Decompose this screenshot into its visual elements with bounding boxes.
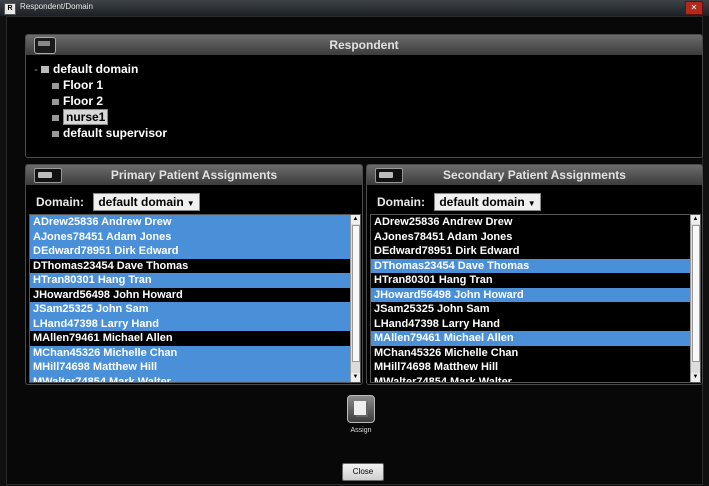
folder-icon bbox=[52, 130, 59, 137]
secondary-domain-row: Domain: default domain ▼ bbox=[377, 193, 541, 211]
tree-node-label: default domain bbox=[53, 62, 139, 76]
list-item[interactable]: ADrew25836 Andrew Drew bbox=[371, 215, 700, 230]
primary-scrollbar[interactable]: ▲ ▼ bbox=[350, 215, 360, 382]
primary-scroll-thumb[interactable] bbox=[352, 225, 360, 362]
primary-panel: Primary Patient Assignments Domain: defa… bbox=[25, 164, 363, 385]
scroll-down-icon[interactable]: ▼ bbox=[351, 373, 360, 382]
tree-node[interactable]: Floor 2 bbox=[34, 93, 167, 109]
secondary-scroll-thumb[interactable] bbox=[692, 225, 700, 362]
assign-label: Assign bbox=[350, 427, 372, 434]
primary-domain-row: Domain: default domain ▼ bbox=[36, 193, 200, 211]
secondary-domain-label: Domain: bbox=[377, 195, 425, 209]
folder-icon bbox=[52, 82, 59, 89]
list-item[interactable]: JHoward56498 John Howard bbox=[30, 288, 360, 303]
scroll-up-icon[interactable]: ▲ bbox=[691, 215, 700, 224]
assign-icon[interactable] bbox=[347, 395, 375, 423]
list-item[interactable]: MHill74698 Matthew Hill bbox=[30, 360, 360, 375]
scroll-down-icon[interactable]: ▼ bbox=[691, 373, 700, 382]
secondary-patient-list[interactable]: ADrew25836 Andrew Drew AJones78451 Adam J… bbox=[370, 214, 701, 383]
list-item[interactable]: JSam25325 John Sam bbox=[371, 302, 700, 317]
secondary-header-label: Secondary Patient Assignments bbox=[443, 168, 626, 182]
phone-icon bbox=[34, 37, 56, 54]
tree-node-label: Floor 2 bbox=[63, 94, 104, 108]
dialog-frame: Respondent - default domain Floor 1 Floor 2… bbox=[6, 16, 703, 485]
list-item[interactable]: DEdward78951 Dirk Edward bbox=[30, 244, 360, 259]
primary-patient-list[interactable]: ADrew25836 Andrew Drew AJones78451 Adam J… bbox=[29, 214, 361, 383]
close-button[interactable]: Close bbox=[342, 463, 384, 481]
list-item[interactable]: MHill74698 Matthew Hill bbox=[371, 360, 700, 375]
secondary-domain-value: default domain bbox=[439, 195, 525, 209]
secondary-panel: Secondary Patient Assignments Domain: de… bbox=[366, 164, 703, 385]
secondary-header: Secondary Patient Assignments bbox=[367, 165, 702, 185]
list-item[interactable]: DThomas23454 Dave Thomas bbox=[30, 259, 360, 274]
chevron-down-icon: ▼ bbox=[186, 199, 195, 208]
tree-node[interactable]: nurse1 bbox=[34, 109, 167, 125]
assign-button[interactable]: Assign bbox=[339, 395, 383, 434]
tree-node[interactable]: default supervisor bbox=[34, 125, 167, 141]
primary-domain-label: Domain: bbox=[36, 195, 84, 209]
respondent-header: Respondent bbox=[26, 35, 702, 55]
list-item[interactable]: MWalter74854 Mark Walter bbox=[30, 374, 360, 382]
list-item[interactable]: MAllen79461 Michael Allen bbox=[371, 331, 700, 346]
secondary-scrollbar[interactable]: ▲ ▼ bbox=[690, 215, 700, 382]
scroll-up-icon[interactable]: ▲ bbox=[351, 215, 360, 224]
tree-node[interactable]: - default domain bbox=[34, 61, 167, 77]
list-item[interactable]: MChan45326 Michelle Chan bbox=[30, 345, 360, 360]
tree-node[interactable]: Floor 1 bbox=[34, 77, 167, 93]
tree-node-label: nurse1 bbox=[63, 109, 109, 125]
primary-header-label: Primary Patient Assignments bbox=[110, 168, 278, 182]
respondent-icon bbox=[52, 114, 59, 121]
list-item[interactable]: LHand47398 Larry Hand bbox=[371, 317, 700, 332]
list-item[interactable]: AJones78451 Adam Jones bbox=[371, 230, 700, 245]
respondent-panel: Respondent - default domain Floor 1 Floor 2… bbox=[25, 34, 703, 158]
folder-icon bbox=[52, 98, 59, 105]
list-item[interactable]: MWalter74854 Mark Walter bbox=[371, 375, 700, 383]
list-item[interactable]: JSam25325 John Sam bbox=[30, 302, 360, 317]
app-icon: R bbox=[4, 3, 16, 15]
toggle-icon[interactable] bbox=[375, 168, 403, 183]
list-item[interactable]: JHoward56498 John Howard bbox=[371, 287, 700, 302]
chevron-down-icon: ▼ bbox=[527, 199, 536, 208]
window-close-button[interactable]: ✕ bbox=[685, 1, 703, 15]
tree-node-label: Floor 1 bbox=[63, 78, 104, 92]
secondary-domain-select[interactable]: default domain ▼ bbox=[434, 193, 541, 211]
list-item[interactable]: MChan45326 Michelle Chan bbox=[371, 346, 700, 361]
primary-domain-value: default domain bbox=[98, 195, 184, 209]
toggle-icon[interactable] bbox=[34, 168, 62, 183]
list-item[interactable]: LHand47398 Larry Hand bbox=[30, 316, 360, 331]
list-item[interactable]: MAllen79461 Michael Allen bbox=[30, 331, 360, 346]
respondent-tree: - default domain Floor 1 Floor 2 nurse1 defau… bbox=[34, 61, 167, 141]
list-item[interactable]: ADrew25836 Andrew Drew bbox=[30, 215, 360, 230]
list-item[interactable]: HTran80301 Hang Tran bbox=[371, 273, 700, 288]
list-item[interactable]: DThomas23454 Dave Thomas bbox=[371, 258, 700, 273]
tree-expander-icon[interactable]: - bbox=[34, 62, 38, 76]
primary-header: Primary Patient Assignments bbox=[26, 165, 362, 185]
primary-domain-select[interactable]: default domain ▼ bbox=[93, 193, 200, 211]
tree-node-label: default supervisor bbox=[63, 126, 168, 140]
list-item[interactable]: DEdward78951 Dirk Edward bbox=[371, 244, 700, 259]
title-bar: R Respondent/Domain ✕ bbox=[0, 0, 709, 16]
folder-icon bbox=[41, 66, 49, 74]
list-item[interactable]: HTran80301 Hang Tran bbox=[30, 273, 360, 288]
list-item[interactable]: AJones78451 Adam Jones bbox=[30, 229, 360, 244]
respondent-header-label: Respondent bbox=[329, 38, 399, 52]
window-title: Respondent/Domain bbox=[20, 2, 93, 11]
